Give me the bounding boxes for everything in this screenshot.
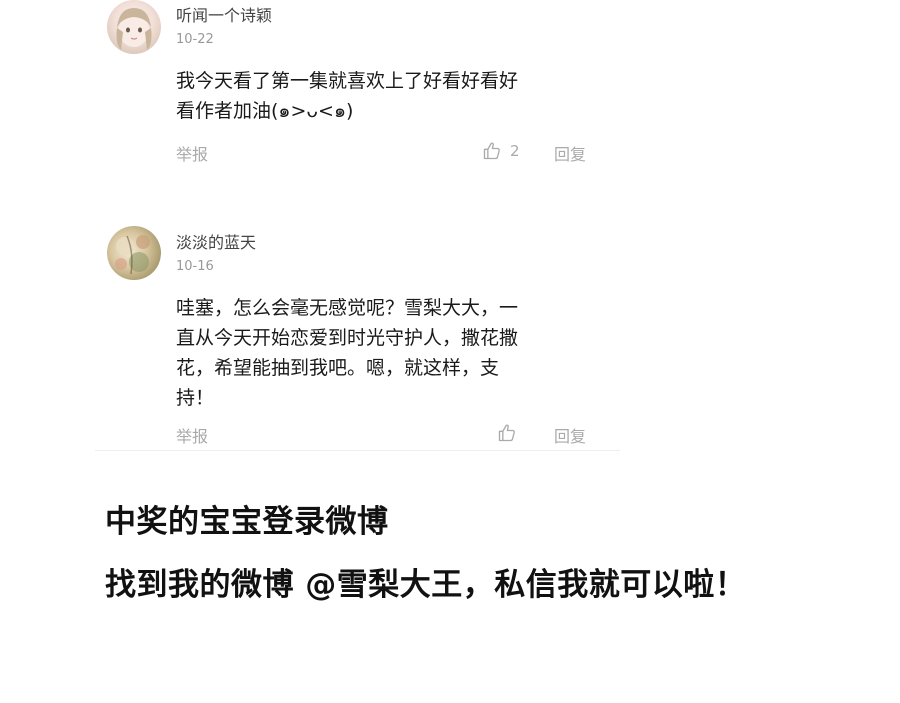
user-avatar[interactable]	[107, 0, 161, 54]
like-button[interactable]: 2	[482, 141, 520, 161]
comment-text-line: 花，希望能抽到我吧。嗯，就这样，支	[176, 357, 500, 379]
like-count: 2	[510, 142, 520, 160]
user-avatar[interactable]	[107, 226, 161, 280]
reply-button[interactable]: 回复	[554, 141, 586, 165]
comment-text: 我今天看了第一集就喜欢上了好看好看好 看作者加油(๑>ᴗ<๑)	[176, 66, 596, 126]
comment-text-line: 持！	[176, 387, 215, 409]
comment-text-line: 看作者加油(๑>ᴗ<๑)	[176, 100, 354, 122]
comment-text-line: 哇塞，怎么会毫无感觉呢？雪梨大大，一	[176, 297, 519, 319]
comment-text: 哇塞，怎么会毫无感觉呢？雪梨大大，一 直从今天开始恋爱到时光守护人，撒花撒 花，…	[176, 293, 596, 413]
floral-painting-avatar-icon	[115, 235, 150, 275]
report-button[interactable]: 举报	[176, 423, 208, 447]
username[interactable]: 淡淡的蓝天	[176, 229, 256, 253]
notice-line-1: 中奖的宝宝登录微博	[105, 504, 389, 540]
comment-text-line: 我今天看了第一集就喜欢上了好看好看好	[176, 70, 519, 92]
like-button[interactable]	[497, 423, 525, 443]
thumbs-up-icon	[498, 424, 515, 442]
notice-line-2: 找到我的微博 @雪梨大王，私信我就可以啦！	[105, 567, 747, 603]
reply-button[interactable]: 回复	[554, 423, 586, 447]
comment-date: 10-22	[176, 32, 214, 47]
anime-girl-avatar-icon	[116, 8, 152, 50]
report-button[interactable]: 举报	[176, 141, 208, 165]
divider	[95, 450, 620, 451]
comment-text-line: 直从今天开始恋爱到时光守护人，撒花撒	[176, 327, 519, 349]
username[interactable]: 听闻一个诗颖	[176, 2, 272, 26]
comment-date: 10-16	[176, 259, 214, 274]
thumbs-up-icon	[483, 142, 500, 160]
